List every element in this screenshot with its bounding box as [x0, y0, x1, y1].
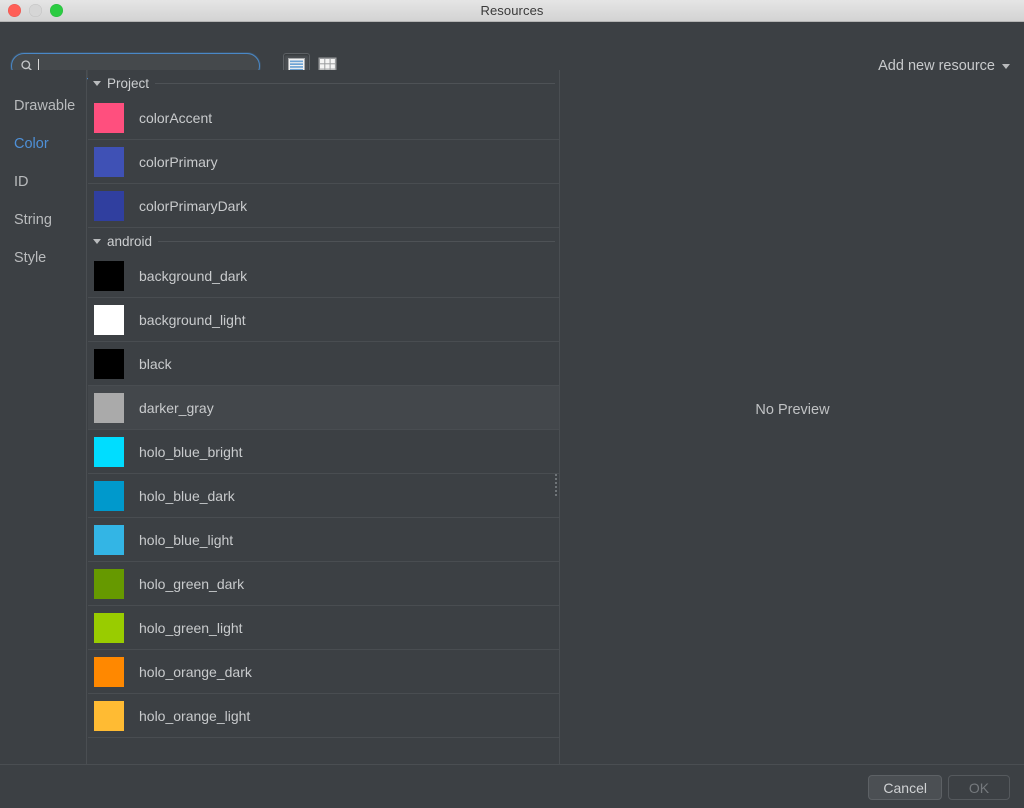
chevron-down-icon — [93, 238, 101, 244]
resource-name: colorAccent — [139, 109, 213, 126]
color-swatch — [94, 348, 124, 379]
resource-name: holo_green_dark — [139, 575, 245, 592]
sidebar-item-id[interactable]: ID — [0, 163, 86, 201]
pane-splitter-handle[interactable] — [554, 474, 560, 496]
resource-row[interactable]: background_dark — [88, 254, 559, 298]
sidebar-item-style[interactable]: Style — [0, 239, 86, 277]
no-preview-label: No Preview — [755, 402, 830, 418]
color-swatch — [94, 304, 124, 335]
color-swatch — [94, 700, 124, 731]
resource-list[interactable]: Project colorAccent colorPrimary colorPrima… — [88, 70, 560, 764]
section-divider — [155, 83, 555, 84]
resource-name: holo_orange_light — [139, 707, 251, 724]
color-swatch — [94, 146, 124, 177]
section-label: android — [107, 233, 153, 249]
resource-name: colorPrimary — [139, 153, 218, 170]
resource-row[interactable]: colorAccent — [88, 96, 559, 140]
resource-row[interactable]: holo_green_dark — [88, 562, 559, 606]
chevron-down-icon — [93, 80, 101, 86]
color-swatch — [94, 436, 124, 467]
dialog-toolbar: Add new resource — [0, 22, 1024, 79]
resources-dialog: Resources Add new resource Drawable Colo… — [0, 0, 1024, 808]
resource-name: black — [139, 355, 172, 372]
color-swatch — [94, 480, 124, 511]
color-swatch — [94, 260, 124, 291]
resource-name: holo_blue_bright — [139, 443, 243, 460]
resource-row[interactable]: holo_orange_dark — [88, 650, 559, 694]
dialog-footer: Cancel OK — [0, 764, 1024, 808]
sidebar-item-label: String — [14, 212, 52, 228]
sidebar-item-string[interactable]: String — [0, 201, 86, 239]
resource-name: holo_blue_dark — [139, 487, 235, 504]
resource-row[interactable]: colorPrimaryDark — [88, 184, 559, 228]
cancel-button[interactable]: Cancel — [868, 775, 942, 800]
resource-row[interactable]: holo_green_light — [88, 606, 559, 650]
resource-row[interactable]: holo_orange_light — [88, 694, 559, 738]
sidebar-item-color[interactable]: Color — [0, 125, 86, 163]
section-divider — [158, 241, 555, 242]
color-swatch — [94, 102, 124, 133]
dialog-body: Drawable Color ID String Style Project colorA… — [0, 70, 1024, 764]
color-swatch — [94, 656, 124, 687]
resource-row[interactable]: holo_blue_dark — [88, 474, 559, 518]
ok-button[interactable]: OK — [948, 775, 1010, 800]
resource-row[interactable]: holo_blue_light — [88, 518, 559, 562]
color-swatch — [94, 392, 124, 423]
sidebar-item-label: Style — [14, 250, 47, 266]
color-swatch — [94, 568, 124, 599]
resource-row[interactable]: black — [88, 342, 559, 386]
chevron-down-icon — [1002, 63, 1010, 69]
category-sidebar: Drawable Color ID String Style — [0, 70, 87, 764]
sidebar-item-label: Drawable — [14, 98, 76, 114]
resource-name: background_light — [139, 311, 246, 328]
resource-name: holo_orange_dark — [139, 663, 252, 680]
preview-pane: No Preview — [561, 70, 1024, 764]
section-header-project[interactable]: Project — [88, 70, 559, 96]
sidebar-item-label: Color — [14, 136, 49, 152]
resource-name: colorPrimaryDark — [139, 197, 248, 214]
resource-row[interactable]: background_light — [88, 298, 559, 342]
resource-row[interactable]: darker_gray — [88, 386, 559, 430]
window-titlebar: Resources — [0, 0, 1024, 22]
window-title: Resources — [480, 3, 544, 18]
section-label: Project — [107, 75, 150, 91]
section-header-android[interactable]: android — [88, 228, 559, 254]
color-swatch — [94, 190, 124, 221]
resource-name: darker_gray — [139, 399, 214, 416]
sidebar-item-drawable[interactable]: Drawable — [0, 87, 86, 125]
color-swatch — [94, 612, 124, 643]
resource-row[interactable]: holo_blue_bright — [88, 430, 559, 474]
resource-name: background_dark — [139, 267, 248, 284]
resource-row[interactable]: colorPrimary — [88, 140, 559, 184]
resource-name: holo_blue_light — [139, 531, 234, 548]
color-swatch — [94, 524, 124, 555]
resource-name: holo_green_light — [139, 619, 243, 636]
sidebar-item-label: ID — [14, 174, 29, 190]
